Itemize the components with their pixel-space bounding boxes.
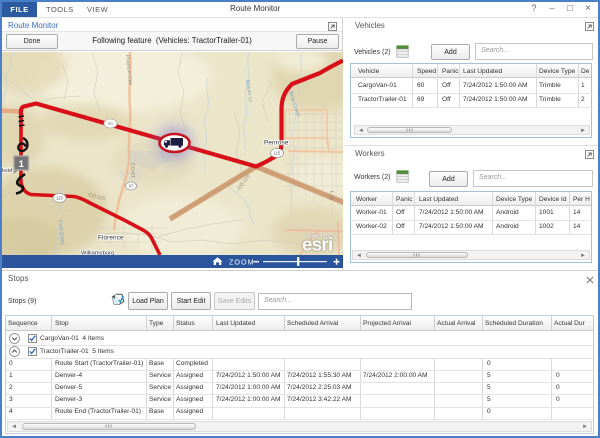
svg-text:1: 1 [19, 159, 25, 170]
svg-text:67: 67 [129, 184, 134, 189]
svg-text:50: 50 [108, 121, 113, 126]
svg-text:esri: esri [302, 234, 333, 255]
svg-text:L St: L St [328, 191, 334, 200]
svg-text:ksid: ksid [2, 168, 12, 174]
svg-text:115: 115 [274, 151, 281, 156]
svg-text:Penrose: Penrose [264, 140, 289, 147]
svg-text:CO-67: CO-67 [129, 163, 135, 178]
svg-text:ZOOM: ZOOM [229, 257, 255, 266]
svg-text:Florence: Florence [98, 235, 124, 242]
svg-text:115: 115 [56, 196, 63, 201]
